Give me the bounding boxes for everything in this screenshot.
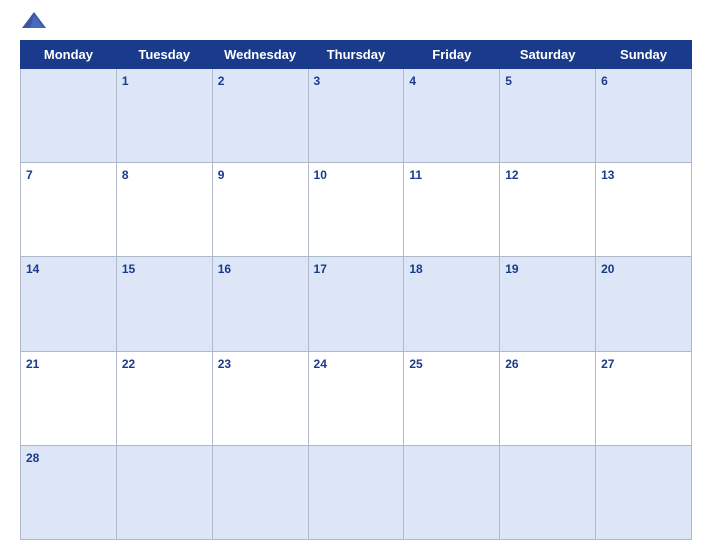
calendar-cell: 16 [212, 257, 308, 351]
weekday-saturday: Saturday [500, 41, 596, 69]
calendar-cell: 28 [21, 445, 117, 539]
calendar-cell: 14 [21, 257, 117, 351]
calendar-cell: 8 [116, 163, 212, 257]
day-number: 4 [409, 74, 416, 88]
weekday-friday: Friday [404, 41, 500, 69]
calendar-header [20, 10, 692, 32]
calendar-cell: 22 [116, 351, 212, 445]
day-number: 5 [505, 74, 512, 88]
calendar-cell [596, 445, 692, 539]
logo-bird-icon [20, 10, 48, 32]
calendar-cell: 21 [21, 351, 117, 445]
day-number: 27 [601, 357, 614, 371]
weekday-thursday: Thursday [308, 41, 404, 69]
calendar-cell: 3 [308, 69, 404, 163]
day-number: 12 [505, 168, 518, 182]
day-number: 16 [218, 262, 231, 276]
day-number: 22 [122, 357, 135, 371]
calendar-cell: 15 [116, 257, 212, 351]
calendar-cell: 12 [500, 163, 596, 257]
calendar-cell: 27 [596, 351, 692, 445]
week-row-3: 14 15 16 17 18 19 20 [21, 257, 692, 351]
week-row-1: 1 2 3 4 5 6 [21, 69, 692, 163]
day-number: 7 [26, 168, 33, 182]
calendar-cell: 4 [404, 69, 500, 163]
day-number: 17 [314, 262, 327, 276]
weekday-wednesday: Wednesday [212, 41, 308, 69]
day-number: 19 [505, 262, 518, 276]
calendar-cell: 24 [308, 351, 404, 445]
calendar-cell: 17 [308, 257, 404, 351]
day-number: 6 [601, 74, 608, 88]
weekday-monday: Monday [21, 41, 117, 69]
day-number: 20 [601, 262, 614, 276]
day-number: 3 [314, 74, 321, 88]
weekday-sunday: Sunday [596, 41, 692, 69]
week-row-4: 21 22 23 24 25 26 27 [21, 351, 692, 445]
week-row-5: 28 [21, 445, 692, 539]
calendar-cell [116, 445, 212, 539]
calendar-cell: 9 [212, 163, 308, 257]
day-number: 25 [409, 357, 422, 371]
week-row-2: 7 8 9 10 11 12 13 [21, 163, 692, 257]
day-number: 14 [26, 262, 39, 276]
calendar-cell: 26 [500, 351, 596, 445]
calendar-cell [212, 445, 308, 539]
calendar-cell [21, 69, 117, 163]
day-number: 2 [218, 74, 225, 88]
day-number: 1 [122, 74, 129, 88]
calendar-cell: 25 [404, 351, 500, 445]
day-number: 15 [122, 262, 135, 276]
calendar-cell: 6 [596, 69, 692, 163]
calendar-cell: 11 [404, 163, 500, 257]
day-number: 9 [218, 168, 225, 182]
calendar-cell: 7 [21, 163, 117, 257]
calendar-cell: 18 [404, 257, 500, 351]
calendar-table: MondayTuesdayWednesdayThursdayFridaySatu… [20, 40, 692, 540]
day-number: 23 [218, 357, 231, 371]
day-number: 11 [409, 168, 422, 182]
calendar-cell [308, 445, 404, 539]
day-number: 24 [314, 357, 327, 371]
day-number: 21 [26, 357, 39, 371]
day-number: 13 [601, 168, 614, 182]
calendar-cell: 20 [596, 257, 692, 351]
weekday-header-row: MondayTuesdayWednesdayThursdayFridaySatu… [21, 41, 692, 69]
calendar-cell: 13 [596, 163, 692, 257]
day-number: 10 [314, 168, 327, 182]
day-number: 18 [409, 262, 422, 276]
calendar-cell: 10 [308, 163, 404, 257]
calendar-cell [500, 445, 596, 539]
day-number: 26 [505, 357, 518, 371]
calendar-cell: 19 [500, 257, 596, 351]
calendar-cell [404, 445, 500, 539]
calendar-cell: 5 [500, 69, 596, 163]
calendar-cell: 23 [212, 351, 308, 445]
calendar-cell: 2 [212, 69, 308, 163]
day-number: 8 [122, 168, 129, 182]
logo [20, 10, 52, 32]
weekday-tuesday: Tuesday [116, 41, 212, 69]
calendar-cell: 1 [116, 69, 212, 163]
day-number: 28 [26, 451, 39, 465]
